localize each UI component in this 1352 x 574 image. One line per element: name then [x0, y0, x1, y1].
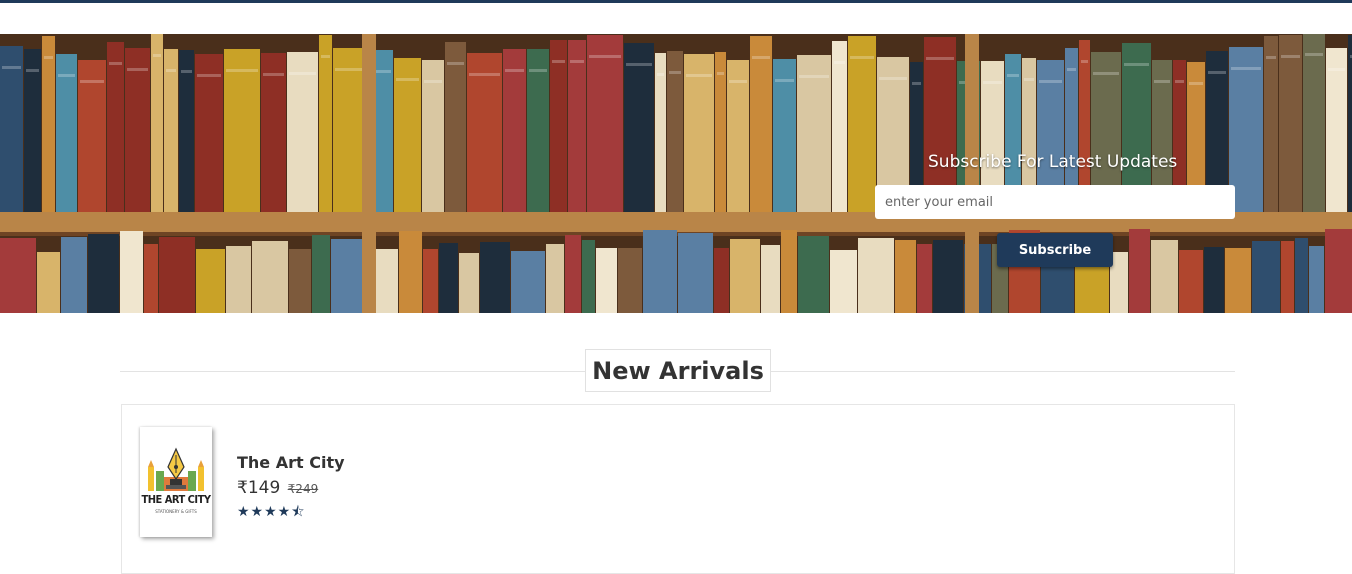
bookshelf-image [0, 34, 1352, 313]
product-price: ₹149 ₹249 [237, 478, 318, 498]
product-card[interactable]: THE ART CITY STATIONERY & GIFTS The Art … [140, 427, 440, 542]
product-name[interactable]: The Art City [237, 453, 345, 472]
cover-title: THE ART CITY [141, 493, 211, 506]
current-price: ₹149 [237, 478, 281, 498]
cover-subtitle: STATIONERY & GIFTS [155, 509, 197, 514]
rating-stars: ★★★★⯪ [237, 504, 306, 520]
section-title: New Arrivals [585, 349, 771, 392]
pen-nib-logo-icon [148, 447, 204, 491]
product-list: THE ART CITY STATIONERY & GIFTS The Art … [121, 404, 1235, 574]
top-accent-bar [0, 0, 1352, 3]
product-cover[interactable]: THE ART CITY STATIONERY & GIFTS [140, 427, 212, 537]
bookshelf-banner: Subscribe For Latest Updates Subscribe [0, 34, 1352, 313]
subscribe-title: Subscribe For Latest Updates [928, 152, 1178, 172]
old-price: ₹249 [287, 482, 319, 496]
subscribe-button[interactable]: Subscribe [997, 233, 1113, 267]
email-input[interactable] [875, 185, 1235, 219]
